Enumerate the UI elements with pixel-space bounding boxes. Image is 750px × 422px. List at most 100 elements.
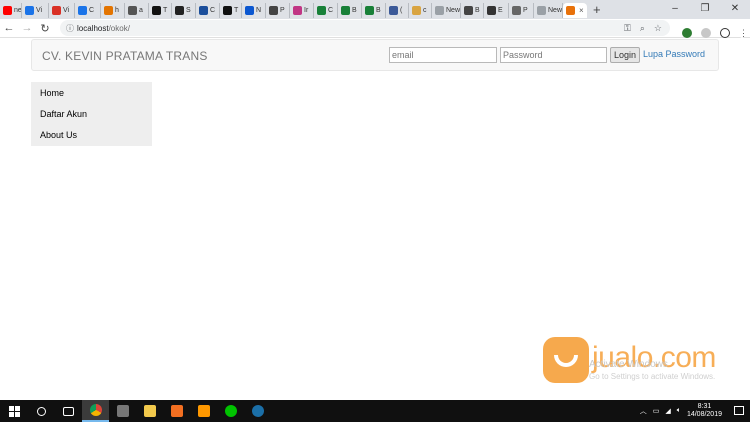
xampp-icon <box>170 405 183 417</box>
browser-tab[interactable]: ( <box>386 3 409 18</box>
tab-label: B <box>475 7 480 14</box>
tab-favicon-icon <box>104 6 113 15</box>
line-icon <box>224 405 237 417</box>
tray-battery-icon[interactable]: ▭ <box>653 407 660 415</box>
browser-tab[interactable]: Vi <box>49 3 75 18</box>
taskbar-clock[interactable]: 8:31 14/08/2019 <box>687 403 722 419</box>
browser-tab[interactable]: New <box>534 3 563 18</box>
taskbar-terminal-button[interactable] <box>109 400 136 422</box>
menu-dots-icon[interactable]: ⋮ <box>739 27 748 38</box>
tab-favicon-icon <box>128 6 137 15</box>
explorer-icon <box>143 405 156 417</box>
browser-tab[interactable]: Vi <box>22 3 49 18</box>
sidebar-item-daftar-akun[interactable]: Daftar Akun <box>40 109 87 119</box>
browser-tab[interactable]: S <box>172 3 196 18</box>
sidebar-item-home[interactable]: Home <box>40 88 64 98</box>
close-tab-icon[interactable]: × <box>579 6 584 15</box>
taskbar-apps <box>28 400 271 422</box>
taskbar-line-button[interactable] <box>217 400 244 422</box>
tab-favicon-icon <box>566 6 575 15</box>
address-bar[interactable]: ⓘ localhost/okok/ ⚿ ⌕ ☆ <box>60 20 670 36</box>
tab-label: Vi <box>36 7 43 14</box>
browser-tab-active[interactable]: × <box>563 3 587 18</box>
tab-label: P <box>280 7 285 14</box>
zoom-icon[interactable]: ⌕ <box>640 23 645 34</box>
browser-tab[interactable]: P <box>509 3 534 18</box>
taskbar-explorer-button[interactable] <box>136 400 163 422</box>
forgot-password-link[interactable]: Lupa Password <box>643 49 705 59</box>
minimize-button[interactable]: – <box>660 0 690 19</box>
browser-tab[interactable]: B <box>461 3 484 18</box>
browser-tab[interactable]: P <box>266 3 290 18</box>
password-input[interactable] <box>500 47 607 63</box>
tab-label: E <box>498 7 503 14</box>
tab-favicon-icon <box>175 6 184 15</box>
email-input[interactable] <box>389 47 497 63</box>
browser-tab[interactable]: Ir <box>290 3 314 18</box>
key-icon[interactable]: ⚿ <box>624 23 631 34</box>
tab-favicon-icon <box>52 6 61 15</box>
browser-tab[interactable]: N <box>242 3 266 18</box>
terminal-icon <box>116 405 129 417</box>
maximize-button[interactable]: ❐ <box>690 0 720 19</box>
extension-circle-icon[interactable] <box>701 27 711 38</box>
browser-tab[interactable]: C <box>196 3 220 18</box>
browser-tab[interactable]: T <box>149 3 172 18</box>
taskbar-xampp-button[interactable] <box>163 400 190 422</box>
taskbar-task-view-button[interactable] <box>55 400 82 422</box>
tab-favicon-icon <box>269 6 278 15</box>
extension-shield-icon[interactable] <box>682 27 692 38</box>
omnibox-icons: ⚿ ⌕ ☆ <box>624 20 662 36</box>
browser-tab[interactable]: New <box>432 3 461 18</box>
tab-favicon-icon <box>512 6 521 15</box>
tab-label: C <box>89 7 95 14</box>
tab-favicon-icon <box>245 6 254 15</box>
sidebar-menu: Home Daftar Akun About Us <box>31 82 152 146</box>
chrome-icon <box>89 404 102 416</box>
tab-label: P <box>523 7 528 14</box>
tab-favicon-icon <box>3 6 12 15</box>
site-brand[interactable]: CV. KEVIN PRATAMA TRANS <box>42 49 208 63</box>
site-info-icon[interactable]: ⓘ <box>63 23 77 34</box>
tab-label: h <box>115 7 119 14</box>
reload-button[interactable]: ↻ <box>36 22 54 35</box>
back-button[interactable]: ← <box>0 22 18 34</box>
tray-network-icon[interactable]: ◢ <box>665 407 670 415</box>
login-button[interactable]: Login <box>610 47 640 63</box>
browser-tab[interactable]: c <box>409 3 432 18</box>
tab-label: B <box>352 7 357 14</box>
taskbar-chrome-button[interactable] <box>82 400 109 422</box>
tab-favicon-icon <box>389 6 398 15</box>
tray-chevron-icon[interactable]: ︿ <box>640 406 647 416</box>
tray-volume-icon[interactable]: 🔈︎ <box>677 407 681 415</box>
browser-tab[interactable]: E <box>484 3 509 18</box>
browser-tab[interactable]: ne <box>0 3 22 18</box>
profile-avatar-icon[interactable] <box>720 27 730 38</box>
address-path: /okok/ <box>108 23 130 33</box>
window-controls: – ❐ ✕ <box>660 0 750 19</box>
activate-windows-title: Activate Windows <box>589 359 668 370</box>
browser-tab[interactable]: C <box>75 3 101 18</box>
tab-list: ne Vi Vi Ch a T S C T N P Ir C B B (c New B E P New × + <box>0 0 607 19</box>
taskbar-search-button[interactable] <box>28 400 55 422</box>
tab-favicon-icon <box>199 6 208 15</box>
browser-tab[interactable]: h <box>101 3 125 18</box>
new-tab-button[interactable]: + <box>587 2 607 17</box>
browser-tab[interactable]: C <box>314 3 338 18</box>
start-button[interactable] <box>0 400 28 422</box>
tab-label: ( <box>400 7 403 14</box>
sidebar-item-about-us[interactable]: About Us <box>40 130 77 140</box>
browser-tab[interactable]: a <box>125 3 149 18</box>
windows-logo-icon <box>8 405 20 417</box>
taskbar-sublime-button[interactable] <box>190 400 217 422</box>
star-icon[interactable]: ☆ <box>654 23 662 34</box>
tab-favicon-icon <box>293 6 302 15</box>
close-window-button[interactable]: ✕ <box>720 0 750 19</box>
notification-icon[interactable] <box>734 406 744 415</box>
browser-tab[interactable]: T <box>220 3 242 18</box>
browser-tab[interactable]: B <box>362 3 386 18</box>
taskbar-steam-button[interactable] <box>244 400 271 422</box>
tab-label: S <box>186 7 191 14</box>
browser-tab[interactable]: B <box>338 3 362 18</box>
forward-button[interactable]: → <box>18 22 36 34</box>
